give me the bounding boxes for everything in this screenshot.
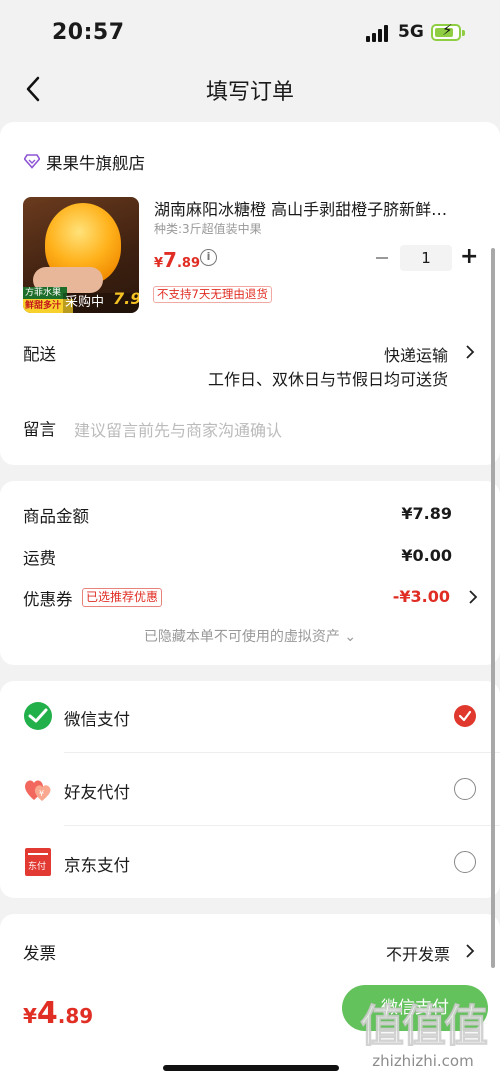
wechat-pay-icon [24, 702, 52, 730]
delivery-schedule: 工作日、双休日与节假日均可送货 [207, 370, 448, 389]
product-title[interactable]: 湖南麻阳冰糖橙 高山手剥甜橙子脐新鲜… [154, 196, 474, 220]
goods-amount-label: 商品金额 [23, 507, 89, 526]
invoice-label: 发票 [23, 944, 56, 963]
friend-pay-icon: ¥ [25, 780, 51, 801]
total-decimal: .89 [57, 1004, 94, 1028]
nav-bar: 填写订单 [0, 62, 500, 116]
remark-input[interactable]: 建议留言前先与商家沟通确认 [74, 417, 282, 441]
delivery-method[interactable]: 快递运输 [384, 342, 448, 366]
jd-pay-icon: 东付 [25, 848, 51, 876]
radio-unselected[interactable] [454, 778, 476, 800]
total-symbol: ¥ [23, 1004, 37, 1028]
network-type: 5G [398, 22, 424, 42]
info-icon[interactable]: i [200, 249, 217, 266]
status-time: 20:57 [52, 20, 125, 45]
battery-cap [462, 30, 465, 36]
back-arrow-icon [26, 76, 40, 102]
product-image[interactable]: 方菲水果 鲜甜多汁 采购中 7.9 [23, 197, 139, 313]
remark-label: 留言 [23, 420, 56, 439]
total-price: ¥4.89 [23, 996, 93, 1031]
hidden-assets-toggle[interactable]: 已隐藏本单不可使用的虚拟资产 ⌄ [0, 626, 500, 646]
price-symbol: ¥ [154, 256, 164, 271]
payment-option-label[interactable]: 微信支付 [64, 706, 130, 730]
signal-icon [366, 24, 392, 42]
watermark-url: zhizhizhi.com [372, 1052, 474, 1070]
shop-diamond-icon [23, 153, 41, 169]
shop-name[interactable]: 果果牛旗舰店 [46, 150, 145, 174]
no-return-badge: 不支持7天无理由退货 [153, 286, 272, 303]
radio-selected[interactable] [454, 705, 476, 727]
total-integer: 4 [36, 996, 58, 1031]
chevron-right-icon[interactable] [468, 590, 478, 604]
product-price: ¥7.89 [154, 248, 200, 272]
divider [64, 825, 500, 826]
delivery-label: 配送 [23, 345, 56, 364]
radio-unselected[interactable] [454, 851, 476, 873]
quantity-value[interactable]: 1 [400, 245, 452, 271]
goods-amount-value: ¥7.89 [401, 504, 452, 523]
thumb-promo-price: 7.9 [113, 289, 139, 308]
coupon-value[interactable]: -¥3.00 [393, 587, 450, 606]
checkmark-icon [458, 710, 472, 722]
thumb-badge-top: 方菲水果 [23, 287, 67, 299]
shipping-label: 运费 [23, 549, 56, 568]
scrollbar[interactable] [491, 248, 495, 968]
quantity-decrease-button[interactable] [376, 257, 388, 259]
price-integer: 7 [163, 248, 177, 272]
price-decimal: .89 [176, 256, 200, 271]
svg-text:¥: ¥ [39, 789, 44, 798]
battery-icon: ⚡ [431, 23, 461, 41]
home-indicator[interactable] [163, 1065, 339, 1071]
page-title: 填写订单 [205, 80, 294, 105]
payment-option-label[interactable]: 好友代付 [64, 779, 130, 803]
chevron-right-icon[interactable] [465, 944, 475, 958]
divider [64, 752, 500, 753]
invoice-value[interactable]: 不开发票 [386, 941, 450, 965]
product-spec[interactable]: 种类:3斤超值装中果 [154, 220, 262, 237]
coupon-label: 优惠券 [23, 590, 73, 609]
svg-text:东付: 东付 [28, 860, 46, 872]
status-bar: 20:57 5G ⚡ [0, 0, 500, 62]
chevron-right-icon [466, 345, 475, 359]
watermark: 值值值 zhizhizhi.com [352, 1001, 494, 1078]
shipping-value: ¥0.00 [401, 546, 452, 565]
watermark-main: 值值值 [360, 1001, 489, 1052]
quantity-increase-button[interactable]: + [460, 246, 478, 268]
coupon-recommended-badge: 已选推荐优惠 [82, 588, 163, 607]
back-button[interactable] [22, 74, 48, 104]
payment-option-label[interactable]: 京东支付 [64, 852, 130, 876]
